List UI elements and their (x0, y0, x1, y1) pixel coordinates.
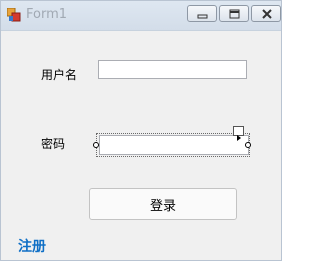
minimize-icon (197, 14, 208, 19)
smart-tag-arrow-icon[interactable] (233, 126, 244, 141)
close-button[interactable] (251, 5, 281, 22)
minimize-button[interactable] (187, 5, 217, 22)
form-window: Form1 用户名 密码 登录 注册 (0, 0, 282, 261)
resize-handle-right[interactable] (245, 142, 251, 148)
username-input[interactable] (98, 60, 247, 79)
password-label: 密码 (41, 137, 66, 151)
resize-handle-left[interactable] (93, 142, 99, 148)
window-title: Form1 (26, 7, 68, 22)
arrow-right-icon (237, 135, 241, 141)
maximize-button[interactable] (219, 5, 249, 22)
password-input[interactable] (99, 135, 249, 155)
maximize-icon (229, 9, 240, 19)
title-bar[interactable]: Form1 (1, 1, 281, 31)
login-button[interactable]: 登录 (89, 188, 237, 220)
app-icon (7, 8, 21, 22)
username-label: 用户名 (41, 68, 78, 82)
register-link[interactable]: 注册 (18, 239, 46, 255)
close-icon (262, 9, 272, 19)
